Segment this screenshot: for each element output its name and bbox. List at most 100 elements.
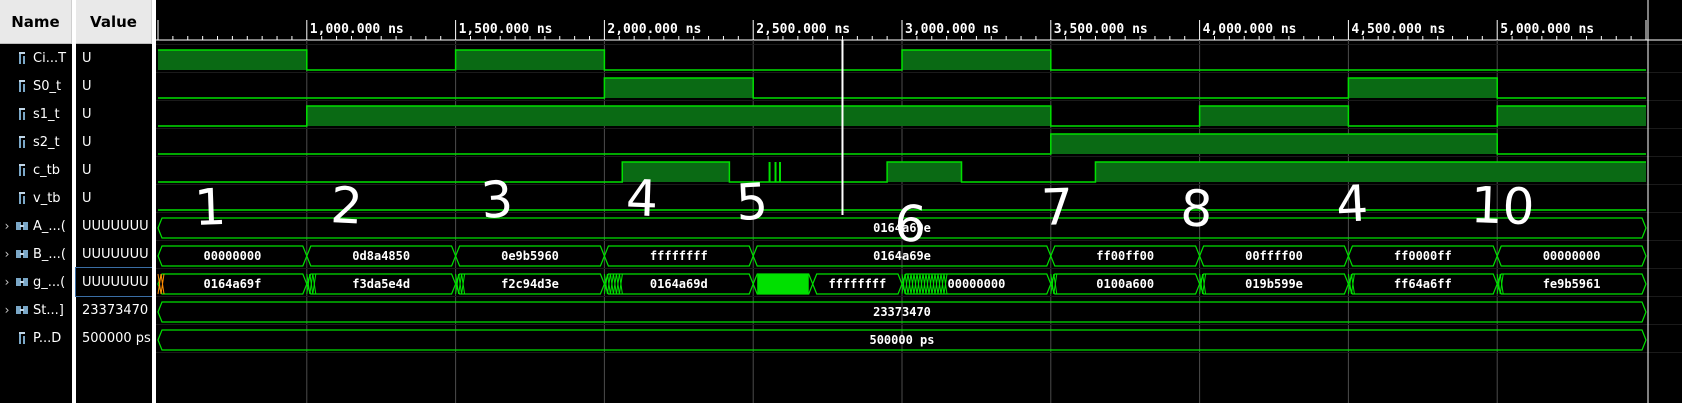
bus-value-label: 019b599e — [1245, 277, 1303, 291]
signal-value-label: UUUUUUU — [75, 267, 153, 297]
signal-value-label: U — [82, 162, 92, 178]
bit-signal-icon — [19, 80, 25, 92]
high-level-fill — [887, 162, 962, 182]
signal-row-1[interactable]: S0_t — [0, 72, 72, 100]
name-column-header[interactable]: Name — [0, 0, 72, 44]
bit-waveform-ci_t — [158, 49, 1646, 71]
signal-name-label: St...] — [33, 302, 64, 318]
bus-value-label: ff64a6ff — [1394, 277, 1452, 291]
signal-name-label: P...D — [33, 330, 62, 346]
signal-name-label: s1_t — [33, 106, 60, 122]
time-tick-label: 3,000.000 ns — [905, 22, 999, 37]
signal-value-label: 500000 ps — [82, 330, 151, 346]
signal-value-label: U — [82, 78, 92, 94]
signal-row-9[interactable]: › St...] — [0, 296, 72, 324]
time-tick-label: 4,000.000 ns — [1203, 22, 1297, 37]
bus-value-label: ff00ff00 — [1096, 249, 1154, 263]
bus-unknown-block — [757, 274, 809, 294]
bit-signal-icon — [19, 192, 25, 204]
signal-row-3[interactable]: s2_t — [0, 128, 72, 156]
handwritten-annotation: 6 — [892, 194, 928, 254]
bus-value-label: fe9b5961 — [1543, 277, 1601, 291]
signal-row-6[interactable]: › A_...( — [0, 212, 72, 240]
bit-signal-icon — [19, 52, 25, 64]
signal-value-label: U — [82, 134, 92, 150]
waveform-canvas[interactable]: 1,000.000 ns 1,500.000 ns 2,000.000 ns 2,50… — [156, 0, 1682, 403]
bus-signal-icon — [16, 222, 28, 230]
bus-value-label: f3da5e4d — [352, 277, 410, 291]
signal-name-column: Name Ci...T S0_t s1_t s2_t c_tb v_tb › A_...( › B… — [0, 0, 72, 403]
signal-value-label: UUUUUUU — [82, 218, 149, 234]
time-tick-label: 4,500.000 ns — [1351, 22, 1445, 37]
bus-value-label: ff0000ff — [1394, 249, 1452, 263]
expand-chevron-icon[interactable]: › — [0, 303, 14, 317]
high-level-fill — [1095, 162, 1646, 182]
bit-signal-icon — [19, 164, 25, 176]
signal-row-2[interactable]: s1_t — [0, 100, 72, 128]
handwritten-annotation: 3 — [479, 170, 515, 230]
high-level-fill — [604, 78, 754, 98]
bus-value-label: 0d8a4850 — [352, 249, 410, 263]
handwritten-annotation: 10 — [1470, 176, 1536, 236]
handwritten-annotation: 2 — [329, 176, 364, 236]
signal-name-label: s2_t — [33, 134, 60, 150]
bus-value-label: ffffffff — [828, 277, 886, 291]
signal-value-label: 23373470 — [82, 302, 149, 318]
handwritten-annotation: 4 — [625, 169, 659, 228]
signal-value-label: UUUUUUU — [82, 246, 149, 262]
high-level-fill — [902, 50, 1051, 70]
bus-signal-icon — [16, 278, 28, 286]
time-tick-label: 1,500.000 ns — [459, 22, 553, 37]
bit-signal-icon — [19, 136, 25, 148]
time-tick-label: 5,000.000 ns — [1500, 22, 1594, 37]
bus-value-label: 00000000 — [1543, 249, 1601, 263]
high-level-fill — [455, 50, 605, 70]
bus-value-label: 23373470 — [873, 305, 931, 319]
high-level-fill — [306, 106, 1051, 126]
expand-chevron-icon[interactable]: › — [0, 247, 14, 261]
signal-value-column: Value U U U U U U UUUUUUU UUUUUUU UUUUUUU 2337347… — [75, 0, 153, 403]
handwritten-annotation: 4 — [1335, 174, 1370, 234]
bus-value-label: 0100a600 — [1096, 277, 1154, 291]
bit-signal-icon — [19, 332, 25, 344]
signal-row-4[interactable]: c_tb — [0, 156, 72, 184]
signal-row-7[interactable]: › B_...( — [0, 240, 72, 268]
high-level-fill — [1348, 78, 1498, 98]
signal-name-label: g_...( — [33, 274, 66, 290]
signal-value-label: U — [82, 50, 92, 66]
bus-value-label: 0e9b5960 — [501, 249, 559, 263]
bus-value-label: 500000 ps — [869, 333, 934, 347]
signal-name-label: B_...( — [33, 246, 66, 262]
bus-value-label: 00000000 — [948, 277, 1006, 291]
value-column-header[interactable]: Value — [76, 0, 152, 44]
signal-value-label: U — [82, 106, 92, 122]
high-level-fill — [1199, 106, 1349, 126]
high-level-fill — [1497, 106, 1646, 126]
expand-chevron-icon[interactable]: › — [0, 275, 14, 289]
bit-signal-icon — [19, 108, 25, 120]
expand-chevron-icon[interactable]: › — [0, 219, 14, 233]
bus-value-label: f2c94d3e — [501, 277, 559, 291]
time-tick-label: 2,500.000 ns — [756, 22, 850, 37]
signal-name-label: A_...( — [33, 218, 66, 234]
bus-signal-icon — [16, 306, 28, 314]
signal-name-label: S0_t — [33, 78, 62, 94]
signal-row-10[interactable]: P...D — [0, 324, 72, 352]
handwritten-annotation: 7 — [1040, 178, 1074, 237]
signal-name-label: c_tb — [33, 162, 60, 178]
high-level-fill — [1050, 134, 1498, 154]
handwritten-annotation: 1 — [193, 178, 227, 237]
time-tick-label: 2,000.000 ns — [607, 22, 701, 37]
signal-name-label: Ci...T — [33, 50, 67, 66]
time-tick-label: 3,500.000 ns — [1054, 22, 1148, 37]
signal-row-8[interactable]: › g_...( — [0, 268, 72, 296]
bus-value-label: 00ffff00 — [1245, 249, 1303, 263]
handwritten-annotation: 5 — [735, 172, 770, 232]
bus-value-label: 0164a69d — [650, 277, 708, 291]
signal-name-label: v_tb — [33, 190, 61, 206]
bus-signal-icon — [16, 250, 28, 258]
signal-row-0[interactable]: Ci...T — [0, 44, 72, 72]
signal-row-5[interactable]: v_tb — [0, 184, 72, 212]
high-level-fill — [158, 50, 307, 70]
signal-value-label: U — [82, 190, 92, 206]
